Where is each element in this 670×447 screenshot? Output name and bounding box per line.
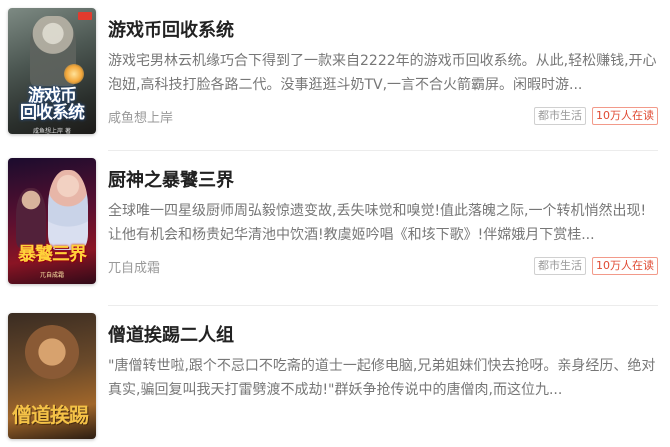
book-tags: 都市生活 10万人在读 xyxy=(534,257,658,275)
book-cover[interactable]: 游戏币 回收系统 咸鱼想上岸 著 xyxy=(8,8,96,134)
book-list-item[interactable]: 游戏币 回收系统 咸鱼想上岸 著 游戏币回收系统 游戏宅男林云机缘巧合下得到了一… xyxy=(0,0,670,142)
category-tag: 都市生活 xyxy=(534,257,586,275)
cover-illustration-glow xyxy=(64,64,84,84)
cover-title: 游戏币 回收系统 xyxy=(8,88,96,122)
book-description: 游戏宅男林云机缘巧合下得到了一款来自2222年的游戏币回收系统。从此,轻松赚钱,… xyxy=(108,53,657,93)
book-tags: 都市生活 10万人在读 xyxy=(534,107,658,125)
book-cover[interactable]: 僧道挨踢 xyxy=(8,313,96,439)
book-list-item[interactable]: 暴饕三界 兀自成霜 厨神之暴饕三界 全球唯一四星级厨师周弘毅惊遗变故,丢失味觉和… xyxy=(0,150,670,292)
book-author[interactable]: 咸鱼想上岸 xyxy=(108,107,173,126)
cover-illustration xyxy=(22,325,82,385)
cover-author: 咸鱼想上岸 著 xyxy=(33,128,71,134)
book-description: "唐僧转世啦,跟个不忌口不吃斋的道士一起修电脑,兄弟姐妹们快去抢呀。亲身经历、绝… xyxy=(108,358,656,398)
cover-title: 暴饕三界 xyxy=(18,244,87,265)
book-title[interactable]: 厨神之暴饕三界 xyxy=(108,166,234,192)
cover-publisher-badge xyxy=(78,12,92,20)
readers-tag: 10万人在读 xyxy=(592,107,658,125)
book-cover[interactable]: 暴饕三界 兀自成霜 xyxy=(8,158,96,284)
book-title[interactable]: 僧道挨踢二人组 xyxy=(108,321,234,347)
cover-illustration xyxy=(48,170,88,250)
book-author[interactable]: 兀自成霜 xyxy=(108,257,160,276)
cover-title: 僧道挨踢 xyxy=(12,403,89,427)
category-tag: 都市生活 xyxy=(534,107,586,125)
readers-tag: 10万人在读 xyxy=(592,257,658,275)
cover-title-line: 回收系统 xyxy=(20,103,85,123)
cover-author: 兀自成霜 xyxy=(39,272,64,279)
book-description: 全球唯一四星级厨师周弘毅惊遗变故,丢失味觉和嗅觉!值此落魄之际,一个转机悄然出现… xyxy=(108,203,647,243)
book-list-item[interactable]: 僧道挨踢 僧道挨踢二人组 "唐僧转世啦,跟个不忌口不吃斋的道士一起修电脑,兄弟姐… xyxy=(0,305,670,447)
cover-illustration-secondary xyxy=(16,188,46,248)
book-title[interactable]: 游戏币回收系统 xyxy=(108,16,234,42)
